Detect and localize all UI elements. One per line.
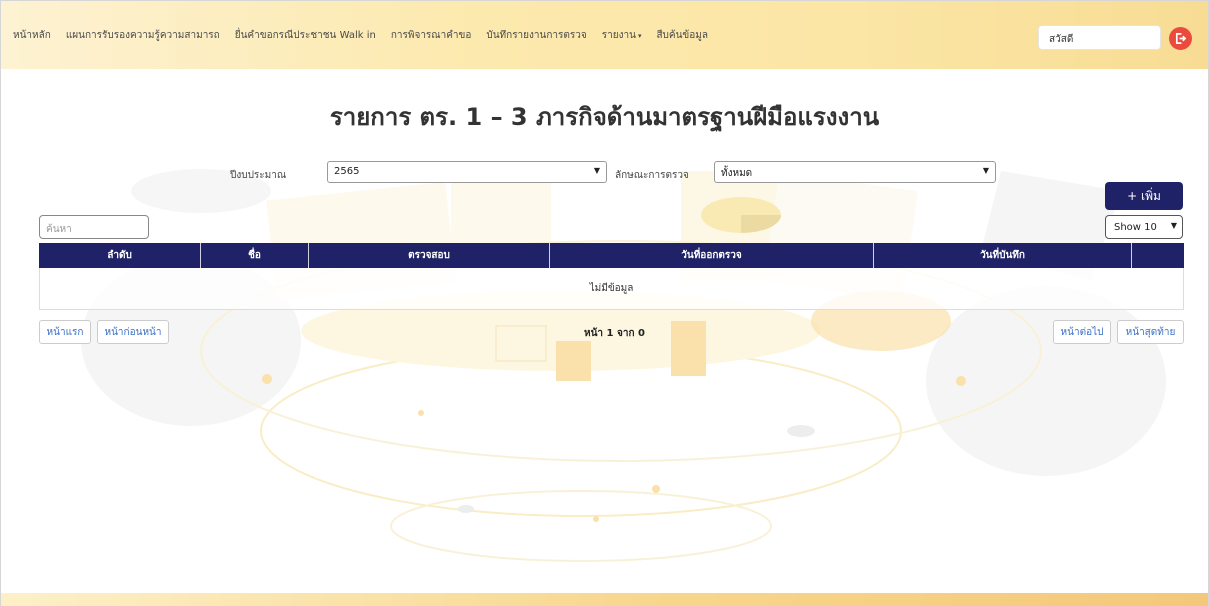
nav-request-review[interactable]: การพิจารณาคำขอ — [391, 28, 472, 43]
prev-page-button[interactable]: หน้าก่อนหน้า — [97, 320, 169, 344]
inspection-type-value: ทั้งหมด — [721, 168, 753, 179]
page-info: หน้า 1 จาก 0 — [584, 328, 645, 339]
logout-icon — [1175, 33, 1187, 44]
next-page-button[interactable]: หน้าต่อไป — [1053, 320, 1111, 344]
top-navbar: หน้าหลัก แผนการรับรองความรู้ความสามารถ ย… — [1, 1, 1208, 69]
col-record-date[interactable]: วันที่บันทึก — [874, 243, 1132, 268]
chevron-down-icon: ▼ — [1170, 221, 1177, 230]
nav-search-data[interactable]: สืบค้นข้อมูล — [656, 28, 708, 43]
records-table: ลำดับ ชื่อ ตรวจสอบ วันที่ออกตรวจ วันที่บ… — [39, 243, 1184, 310]
footer-bar — [1, 593, 1208, 606]
user-greeting: สวัสดี — [1038, 25, 1161, 50]
nav-inspection-report[interactable]: บันทึกรายงานการตรวจ — [486, 28, 586, 43]
col-inspection-date[interactable]: วันที่ออกตรวจ — [550, 243, 874, 268]
first-page-button[interactable]: หน้าแรก — [39, 320, 91, 344]
chevron-down-icon: ▼ — [593, 166, 600, 175]
fiscal-year-select[interactable]: 2565 ▼ — [327, 161, 607, 183]
col-order[interactable]: ลำดับ — [39, 243, 201, 268]
nav-reports-label: รายงาน — [601, 29, 636, 41]
search-input[interactable]: ค้นหา — [39, 215, 149, 239]
col-check[interactable]: ตรวจสอบ — [309, 243, 550, 268]
page-size-value: Show 10 — [1114, 222, 1157, 233]
chevron-down-icon: ▾ — [637, 31, 642, 40]
inspection-type-label: ลักษณะการตรวจ — [615, 170, 689, 181]
nav-reports-dropdown[interactable]: รายงาน ▾ — [602, 28, 642, 43]
fiscal-year-value: 2565 — [334, 166, 360, 177]
empty-message: ไม่มีข้อมูล — [39, 268, 1184, 310]
page-size-select[interactable]: Show 10 ▼ — [1105, 215, 1183, 239]
nav-home[interactable]: หน้าหลัก — [13, 28, 51, 43]
nav-certification-plan[interactable]: แผนการรับรองความรู้ความสามารถ — [66, 28, 220, 43]
table-header: ลำดับ ชื่อ ตรวจสอบ วันที่ออกตรวจ วันที่บ… — [39, 243, 1184, 268]
page-title: รายการ ตร. 1 – 3 ภารกิจด้านมาตรฐานฝีมือแ… — [329, 103, 880, 131]
fiscal-year-label: ปีงบประมาณ — [230, 170, 287, 181]
col-actions — [1132, 243, 1184, 268]
inspection-type-select[interactable]: ทั้งหมด ▼ — [714, 161, 996, 183]
col-name[interactable]: ชื่อ — [201, 243, 309, 268]
last-page-button[interactable]: หน้าสุดท้าย — [1117, 320, 1184, 344]
add-button[interactable]: + เพิ่ม — [1105, 182, 1183, 210]
chevron-down-icon: ▼ — [982, 166, 989, 175]
logout-button[interactable] — [1169, 27, 1192, 50]
nav-walkin-request[interactable]: ยื่นคำขอกรณีประชาชน Walk in — [235, 28, 376, 43]
